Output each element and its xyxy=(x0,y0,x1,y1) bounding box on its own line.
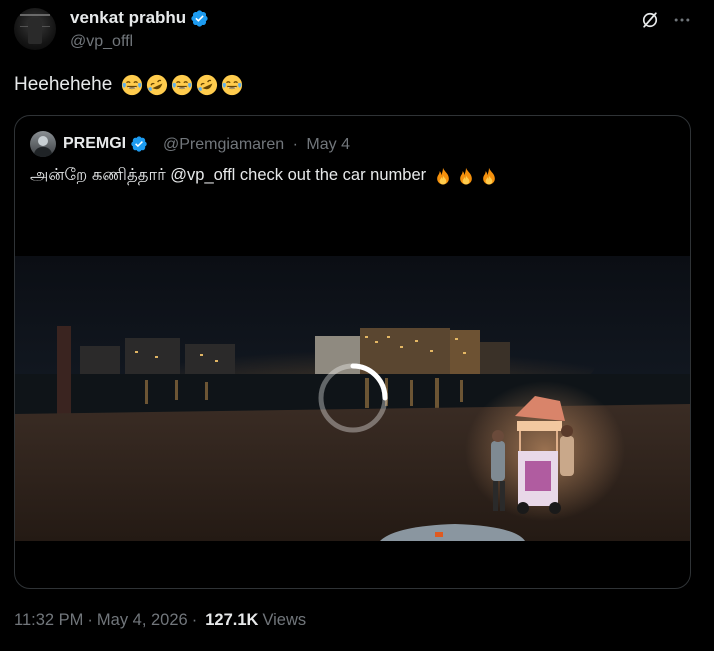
tweet-time[interactable]: 11:32 PM xyxy=(14,611,83,630)
quoted-author-meta: @Premgiamaren · May 4 xyxy=(163,136,350,154)
meta-separator: · xyxy=(292,136,298,153)
verified-badge-icon xyxy=(131,136,147,152)
face-with-tears-of-joy-icon xyxy=(122,74,143,96)
quoted-author-handle[interactable]: @Premgiamaren xyxy=(163,136,284,153)
quoted-author-avatar[interactable] xyxy=(30,131,56,157)
fire-icon xyxy=(460,167,472,184)
avatar-figure xyxy=(28,18,42,44)
avatar-face xyxy=(38,136,48,146)
tweet-text: Heehehehe xyxy=(14,74,243,96)
more-options-icon[interactable] xyxy=(672,10,692,30)
tweet-date[interactable]: May 4, 2026 xyxy=(97,611,188,630)
video-frame xyxy=(15,256,690,541)
quoted-tweet-card[interactable]: PREMGI @Premgiamaren · May 4 அன்றே கணித்… xyxy=(14,115,691,589)
face-with-tears-of-joy-icon xyxy=(172,74,193,96)
grok-icon[interactable] xyxy=(640,10,660,30)
meta-separator: · xyxy=(87,611,93,629)
meta-separator: · xyxy=(191,611,198,629)
rolling-on-floor-laughing-icon xyxy=(197,74,218,96)
author-name[interactable]: venkat prabhu xyxy=(70,8,186,28)
quoted-author-name-row[interactable]: PREMGI xyxy=(63,135,148,153)
author-handle[interactable]: @vp_offl xyxy=(70,33,133,51)
avatar-body xyxy=(34,147,52,157)
quoted-tweet-text: அன்றே கணித்தார் @vp_offl check out the c… xyxy=(30,166,499,187)
quoted-video-player[interactable] xyxy=(15,256,690,541)
author-avatar[interactable] xyxy=(14,8,56,50)
verified-badge-icon xyxy=(191,9,208,27)
views-count: 127.1K xyxy=(205,611,259,629)
quoted-tweet-date[interactable]: May 4 xyxy=(306,136,350,153)
quoted-tweet-text-content: அன்றே கணித்தார் @vp_offl check out the c… xyxy=(30,166,427,184)
rolling-on-floor-laughing-icon xyxy=(147,74,168,96)
tweet-meta: 11:32 PM · May 4, 2026 · 127.1K Views xyxy=(14,611,306,630)
fire-icon xyxy=(437,167,449,184)
tweet-text-content: Heehehehe xyxy=(14,74,113,95)
quoted-author-name[interactable]: PREMGI xyxy=(63,135,126,153)
face-with-tears-of-joy-icon xyxy=(222,74,243,96)
views-label: Views xyxy=(262,611,307,629)
fire-icon xyxy=(483,167,495,184)
author-name-row[interactable]: venkat prabhu xyxy=(70,8,209,28)
